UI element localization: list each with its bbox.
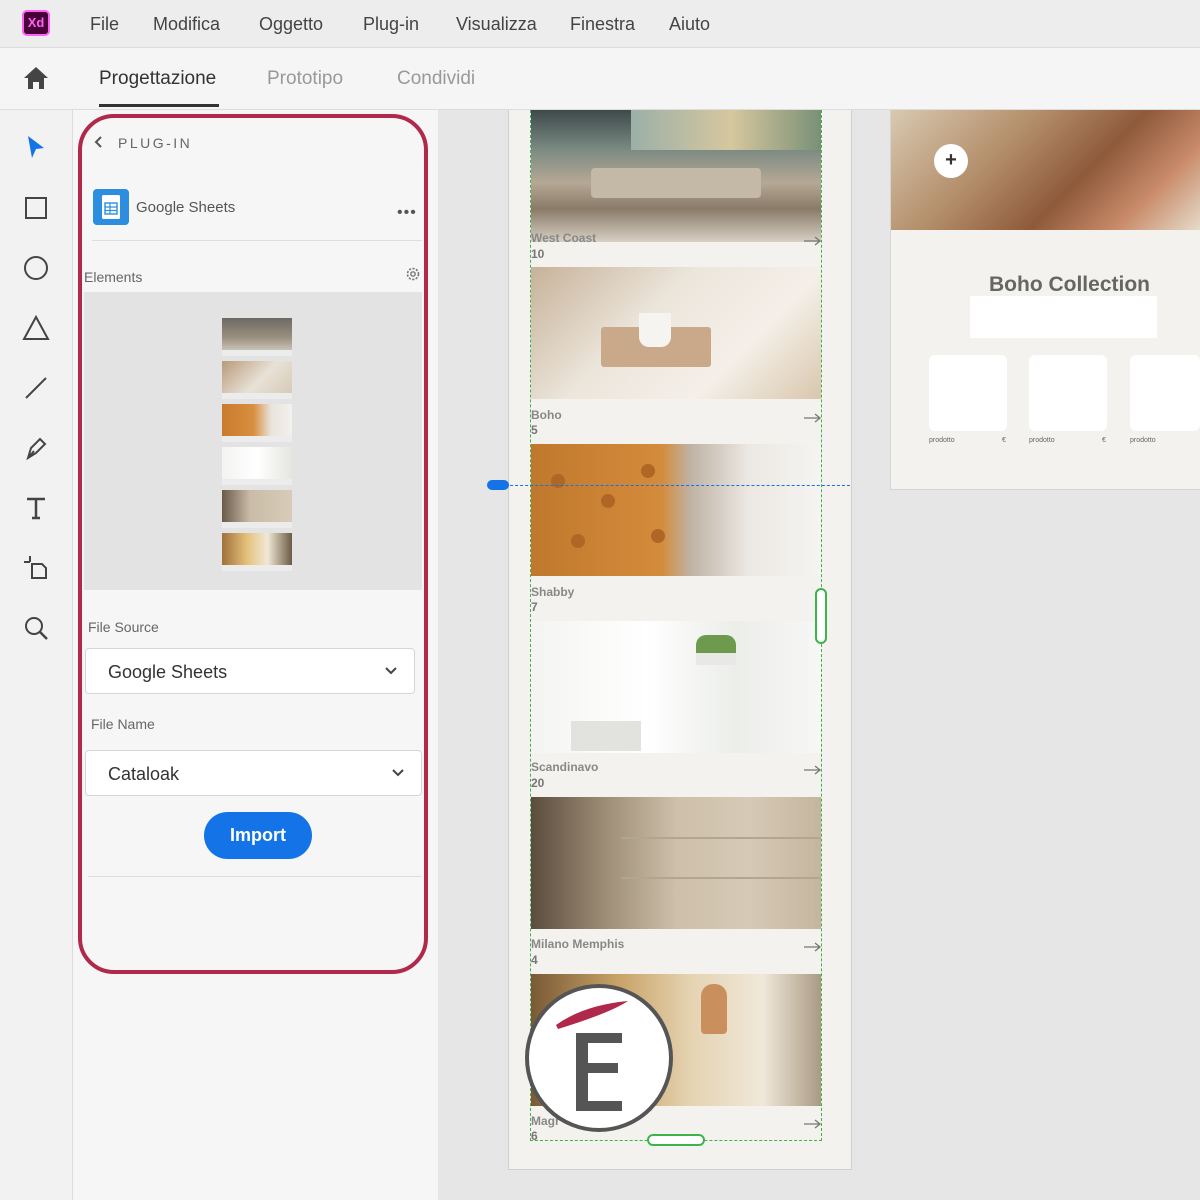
- menu-visualizza[interactable]: Visualizza: [456, 14, 537, 35]
- pen-icon[interactable]: [20, 432, 52, 464]
- element-thumbnail[interactable]: [222, 533, 292, 565]
- file-name-label: File Name: [91, 716, 155, 732]
- tab-bar: Progettazione Prototipo Condividi: [0, 48, 1200, 110]
- select-arrow-icon[interactable]: [20, 132, 52, 164]
- guide-handle[interactable]: [487, 480, 509, 490]
- file-name-select[interactable]: Cataloak: [85, 750, 422, 796]
- tab-progettazione[interactable]: Progettazione: [99, 68, 216, 90]
- text-icon[interactable]: [20, 492, 52, 524]
- rectangle-icon[interactable]: [20, 192, 52, 224]
- tab-condividi[interactable]: Condividi: [397, 68, 475, 90]
- menu-oggetto[interactable]: Oggetto: [259, 14, 323, 35]
- element-thumbnail[interactable]: [222, 361, 292, 393]
- zoom-icon[interactable]: [20, 612, 52, 644]
- element-thumbnail-caption: [222, 479, 292, 485]
- menu-bar: Xd File Modifica Oggetto Plug-in Visuali…: [0, 0, 1200, 48]
- collection-title: Boho Collection: [989, 273, 1150, 296]
- triangle-icon[interactable]: [20, 312, 52, 344]
- add-button[interactable]: +: [934, 144, 968, 178]
- element-thumbnail-caption: [222, 565, 292, 571]
- element-thumbnail-caption: [222, 350, 292, 356]
- file-name-value: Cataloak: [108, 764, 180, 784]
- collection-subtitle-placeholder: [970, 296, 1157, 338]
- product-label: prodotto: [1029, 437, 1055, 444]
- menu-modifica[interactable]: Modifica: [153, 14, 220, 35]
- artboard-icon[interactable]: [20, 552, 52, 584]
- tools-toolbar: [0, 110, 73, 1200]
- home-icon[interactable]: [22, 64, 50, 92]
- menu-file[interactable]: File: [90, 14, 119, 35]
- file-source-label: File Source: [88, 619, 159, 635]
- chevron-left-icon[interactable]: [92, 134, 106, 150]
- more-options-icon[interactable]: •••: [397, 204, 417, 222]
- divider: [92, 240, 422, 241]
- tab-prototipo[interactable]: Prototipo: [267, 68, 343, 90]
- product-card[interactable]: [1130, 355, 1200, 431]
- menu-aiuto[interactable]: Aiuto: [669, 14, 710, 35]
- active-tab-indicator: [99, 104, 219, 107]
- app-logo: Xd: [22, 10, 50, 36]
- chevron-down-icon: [392, 769, 404, 777]
- repeat-grid-vertical-handle[interactable]: [815, 588, 827, 644]
- element-thumbnail[interactable]: [222, 447, 292, 479]
- menu-finestra[interactable]: Finestra: [570, 14, 635, 35]
- panel-header: PLUG-IN: [118, 135, 193, 151]
- element-thumbnail[interactable]: [222, 490, 292, 522]
- menu-plugin[interactable]: Plug-in: [363, 14, 419, 35]
- element-thumbnail-caption: [222, 393, 292, 399]
- element-thumbnail-caption: [222, 522, 292, 528]
- gear-icon[interactable]: [405, 266, 421, 282]
- horizontal-guide[interactable]: [500, 485, 850, 486]
- google-sheets-icon: [93, 189, 129, 225]
- file-source-select[interactable]: Google Sheets: [85, 648, 415, 694]
- ellipse-icon[interactable]: [20, 252, 52, 284]
- import-button[interactable]: Import: [204, 812, 312, 859]
- file-source-value: Google Sheets: [108, 662, 228, 682]
- elements-label: Elements: [84, 269, 143, 285]
- plugin-name: Google Sheets: [136, 199, 236, 216]
- watermark-logo: [525, 984, 673, 1132]
- element-thumbnail[interactable]: [222, 318, 292, 350]
- divider: [88, 876, 422, 877]
- element-thumbnail-caption: [222, 436, 292, 442]
- chevron-down-icon: [385, 667, 397, 675]
- product-price: €: [1002, 437, 1006, 444]
- product-label: prodotto: [1130, 437, 1156, 444]
- product-label: prodotto: [929, 437, 955, 444]
- product-price: €: [1102, 437, 1106, 444]
- element-thumbnail[interactable]: [222, 404, 292, 436]
- product-card[interactable]: [1029, 355, 1107, 431]
- line-icon[interactable]: [20, 372, 52, 404]
- product-card[interactable]: [929, 355, 1007, 431]
- repeat-grid-horizontal-handle[interactable]: [647, 1134, 705, 1146]
